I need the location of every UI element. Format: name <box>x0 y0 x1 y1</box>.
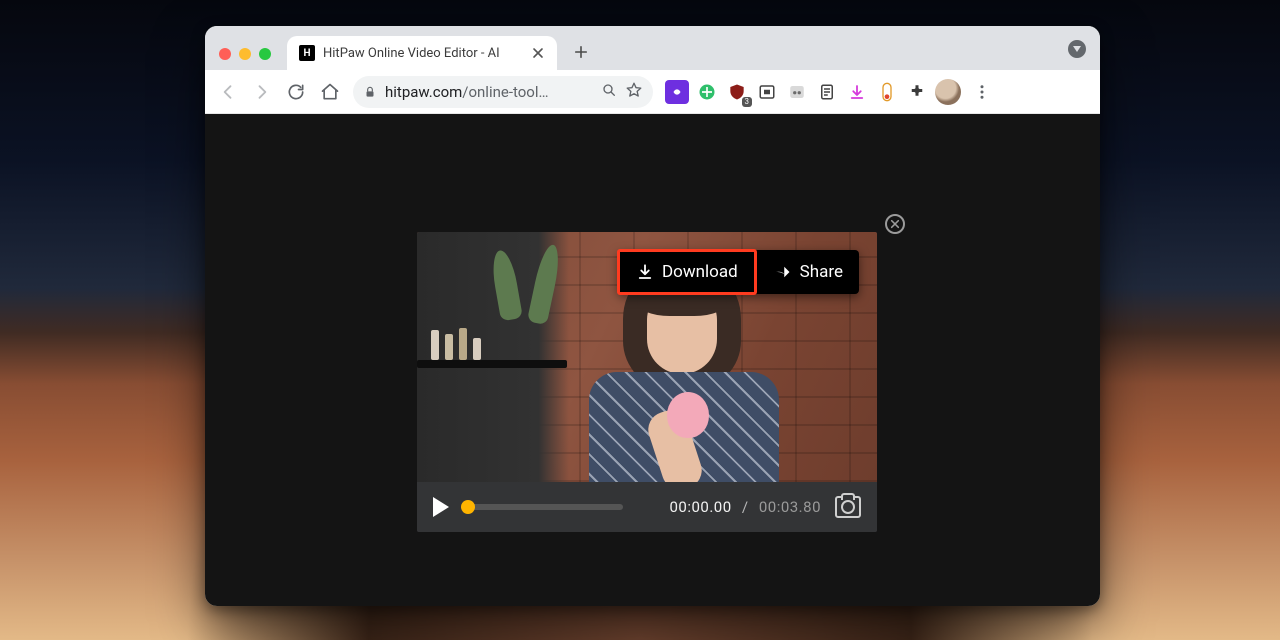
extension-ublock-button[interactable]: 3 <box>725 80 749 104</box>
profile-avatar-button[interactable] <box>935 79 961 105</box>
current-time: 00:00.00 <box>669 498 731 516</box>
page-content: Download Share 00:00.00 <box>205 114 1100 606</box>
nav-back-button[interactable] <box>213 77 243 107</box>
share-icon <box>772 263 792 281</box>
browser-tab[interactable]: H HitPaw Online Video Editor - AI <box>287 36 557 70</box>
download-icon <box>636 263 654 281</box>
window-minimize-button[interactable] <box>239 48 251 60</box>
play-button[interactable] <box>433 497 449 517</box>
extension-button[interactable] <box>875 80 899 104</box>
duration: 00:03.80 <box>759 498 821 516</box>
extension-button[interactable] <box>755 80 779 104</box>
lock-icon <box>363 85 377 99</box>
tab-close-button[interactable] <box>531 46 545 60</box>
extension-button[interactable] <box>695 80 719 104</box>
decorative-shelf <box>417 360 567 368</box>
download-button[interactable]: Download <box>617 249 757 295</box>
video-frame[interactable]: Download Share <box>417 232 877 482</box>
share-button[interactable]: Share <box>756 250 859 294</box>
profile-chip[interactable] <box>1068 40 1086 58</box>
seek-handle[interactable] <box>461 500 475 514</box>
extension-button[interactable] <box>815 80 839 104</box>
video-controls: 00:00.00 / 00:03.80 <box>417 482 877 532</box>
window-zoom-button[interactable] <box>259 48 271 60</box>
decorative-bottles <box>431 328 481 360</box>
window-close-button[interactable] <box>219 48 231 60</box>
extension-button[interactable] <box>845 80 869 104</box>
time-display: 00:00.00 / 00:03.80 <box>669 498 821 516</box>
extension-button[interactable] <box>785 80 809 104</box>
tab-title: HitPaw Online Video Editor - AI <box>323 46 523 61</box>
extensions-menu-button[interactable] <box>905 80 929 104</box>
address-bar[interactable]: hitpaw.com/online-tool… <box>353 76 653 108</box>
window-controls <box>217 48 277 70</box>
extensions-row: 3 <box>665 77 997 107</box>
share-button-label: Share <box>800 262 843 282</box>
download-button-label: Download <box>662 262 738 282</box>
search-icon[interactable] <box>601 82 617 102</box>
browser-window: H HitPaw Online Video Editor - AI hitp <box>205 26 1100 606</box>
browser-menu-button[interactable] <box>967 77 997 107</box>
extension-badge: 3 <box>742 97 753 107</box>
browser-toolbar: hitpaw.com/online-tool… 3 <box>205 70 1100 114</box>
nav-forward-button[interactable] <box>247 77 277 107</box>
snapshot-button[interactable] <box>835 496 861 518</box>
address-url: hitpaw.com/online-tool… <box>385 83 593 101</box>
tab-favicon: H <box>299 45 315 61</box>
video-action-bar: Download Share <box>618 250 859 294</box>
seek-bar[interactable] <box>463 504 623 510</box>
new-tab-button[interactable] <box>567 38 595 66</box>
tab-strip: H HitPaw Online Video Editor - AI <box>205 26 1100 70</box>
nav-reload-button[interactable] <box>281 77 311 107</box>
decorative-plant <box>491 240 561 360</box>
bookmark-star-icon[interactable] <box>625 81 643 103</box>
extension-button[interactable] <box>665 80 689 104</box>
close-preview-button[interactable] <box>885 214 905 234</box>
video-preview-panel: Download Share 00:00.00 <box>417 232 877 532</box>
nav-home-button[interactable] <box>315 77 345 107</box>
